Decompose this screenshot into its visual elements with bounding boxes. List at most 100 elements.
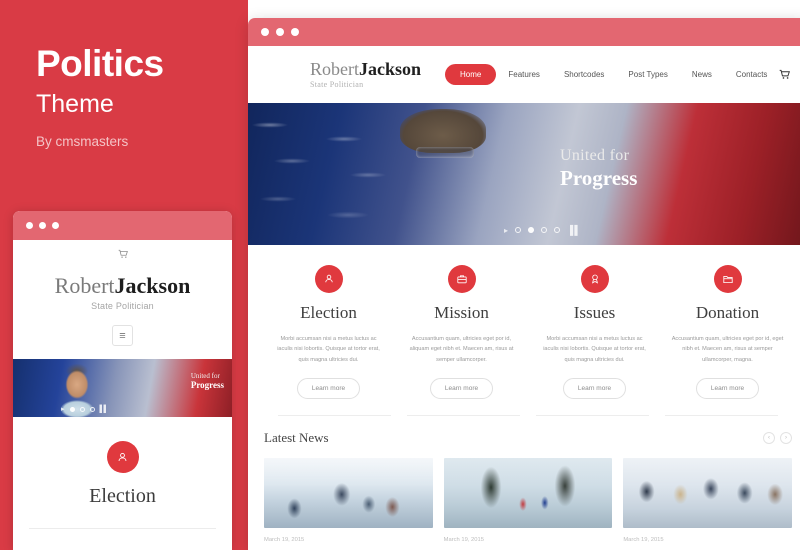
window-dot-maximize[interactable]: [291, 28, 299, 36]
hero-slider-pause-icon[interactable]: ▌▌: [570, 225, 581, 235]
window-dot-close[interactable]: [261, 28, 269, 36]
mobile-page-body: RobertJackson State Politician ≡ United …: [13, 240, 232, 550]
hero-text-block: United for Progress: [560, 147, 637, 191]
window-dot-minimize[interactable]: [276, 28, 284, 36]
site-logo[interactable]: RobertJackson State Politician: [310, 60, 421, 89]
nav-item-contacts[interactable]: Contacts: [724, 70, 780, 79]
news-card[interactable]: March 19, 2015: [264, 458, 433, 543]
promo-title: Politics: [36, 43, 164, 84]
briefcase-icon: [447, 265, 476, 293]
feature-title: Donation: [695, 303, 760, 322]
feature-card-mission: Mission Accusantium quam, ultricies eget…: [395, 265, 528, 400]
learn-more-button[interactable]: Learn more: [429, 378, 494, 400]
mobile-preview-window: RobertJackson State Politician ≡ United …: [13, 211, 232, 550]
learn-more-button[interactable]: Learn more: [562, 378, 627, 400]
mobile-window-titlebar: [13, 211, 232, 240]
mobile-slider-pause-icon[interactable]: ▌▌: [100, 406, 109, 413]
site-logo-name: RobertJackson: [310, 60, 421, 78]
hero-slider-dot-2[interactable]: [528, 227, 535, 233]
nav-item-shortcodes[interactable]: Shortcodes: [552, 70, 616, 79]
desktop-window-titlebar: [248, 18, 800, 46]
chevron-right-icon[interactable]: ›: [780, 432, 792, 445]
promo-byline: By cmsmasters: [36, 134, 129, 150]
nav-item-post-types[interactable]: Post Types: [616, 70, 679, 79]
person-badge-icon: [314, 265, 343, 293]
feature-card-election: Election Morbi accumsan nisi a metus luc…: [262, 265, 395, 400]
hamburger-menu-icon[interactable]: ≡: [112, 325, 133, 346]
divider-segment: [665, 415, 778, 417]
nav-item-news[interactable]: News: [680, 70, 724, 79]
promo-text-block: Politics Theme By cmsmasters: [36, 43, 236, 150]
mobile-logo[interactable]: RobertJackson: [13, 273, 232, 299]
hero-line2: Progress: [560, 166, 638, 190]
mobile-hero-line2: Progress: [190, 380, 224, 390]
mobile-logo-second: Jackson: [114, 273, 191, 298]
hero-slider-dot-3[interactable]: [541, 227, 548, 233]
divider-segment: [407, 415, 520, 417]
chevron-left-icon[interactable]: ‹: [763, 432, 775, 445]
screenshot-root: Politics Theme By cmsmasters RobertJacks…: [0, 0, 800, 550]
mobile-logo-tagline: State Politician: [91, 301, 154, 311]
hero-portrait-glasses: [416, 147, 474, 158]
hero-slider-dot-1[interactable]: [515, 227, 522, 233]
feature-card-issues: Issues Morbi accumsan nisi a metus luctu…: [528, 265, 661, 400]
feature-text: Accusantium quam, ultricies eget por id,…: [671, 336, 784, 363]
feature-title: Election: [300, 303, 357, 322]
news-card[interactable]: March 19, 2015: [623, 458, 793, 544]
site-logo-second: Jackson: [359, 59, 422, 79]
hero-slider[interactable]: United for Progress ▸ ▌▌: [248, 103, 800, 245]
mobile-slider-dot-3[interactable]: [89, 406, 95, 412]
hero-slider-dot-4[interactable]: [554, 227, 561, 233]
folder-icon: [713, 265, 742, 293]
promo-subtitle: Theme: [36, 89, 114, 118]
mobile-slider-next-icon[interactable]: ▸: [61, 405, 65, 413]
latest-news-header: Latest News ‹ ›: [264, 430, 792, 446]
mobile-slider-dot-2[interactable]: [79, 406, 85, 412]
hamburger-glyph: ≡: [119, 329, 126, 342]
features-section: Election Morbi accumsan nisi a metus luc…: [248, 245, 800, 400]
features-divider: [248, 399, 800, 417]
mobile-slider-dot-1[interactable]: [69, 406, 75, 412]
window-dot-minimize[interactable]: [39, 222, 46, 229]
feature-text: Accusantium quam, ultricies eget por id,…: [409, 336, 514, 363]
latest-news-carousel-controls: ‹ ›: [763, 432, 792, 445]
award-ribbon-icon: [580, 265, 609, 293]
divider-segment: [536, 415, 649, 417]
mobile-slider-controls[interactable]: ▸ ▌▌: [61, 405, 109, 414]
feature-text: Morbi accumsan nisi a metus luctus ac ia…: [543, 336, 646, 363]
main-navigation: Home Features Shortcodes Post Types News…: [445, 64, 779, 85]
mobile-logo-first: Robert: [54, 273, 115, 298]
feature-card-donation: Donation Accusantium quam, ultricies ege…: [661, 265, 794, 400]
latest-news-section: Latest News ‹ › March 19, 2015 March 19,…: [248, 416, 800, 543]
news-date: March 19, 2015: [623, 537, 664, 544]
mobile-hero-line1: United for: [190, 372, 220, 380]
news-thumbnail[interactable]: [623, 458, 793, 529]
learn-more-button[interactable]: Learn more: [695, 378, 760, 400]
divider-segment: [278, 415, 391, 417]
site-logo-tagline: State Politician: [310, 80, 364, 89]
feature-title: Issues: [573, 303, 616, 322]
news-thumbnail[interactable]: [264, 458, 433, 529]
mobile-divider: [29, 528, 216, 529]
desktop-preview-window: RobertJackson State Politician Home Feat…: [248, 18, 800, 550]
cart-icon[interactable]: [779, 69, 791, 80]
window-dot-maximize[interactable]: [52, 222, 59, 229]
news-thumbnail[interactable]: [443, 458, 613, 529]
hero-slider-controls[interactable]: ▸ ▌▌: [504, 225, 581, 235]
site-content: RobertJackson State Politician Home Feat…: [248, 46, 800, 544]
window-dot-close[interactable]: [26, 222, 33, 229]
latest-news-grid: March 19, 2015 March 19, 2015 March 19, …: [264, 458, 793, 544]
news-card[interactable]: March 19, 2015: [443, 458, 613, 544]
mobile-cart-icon[interactable]: [13, 240, 232, 259]
hero-slider-next-icon[interactable]: ▸: [504, 226, 508, 235]
news-date: March 19, 2015: [264, 537, 305, 544]
latest-news-title: Latest News: [264, 430, 329, 446]
mobile-feature-election: Election: [13, 441, 232, 508]
mobile-hero-slider[interactable]: United for Progress ▸ ▌▌: [13, 359, 232, 417]
nav-item-features[interactable]: Features: [496, 70, 552, 79]
feature-title: Mission: [434, 303, 489, 322]
news-date: March 19, 2015: [443, 537, 484, 544]
nav-item-home[interactable]: Home: [445, 64, 497, 85]
mobile-feature-title: Election: [89, 485, 156, 507]
learn-more-button[interactable]: Learn more: [296, 378, 361, 400]
